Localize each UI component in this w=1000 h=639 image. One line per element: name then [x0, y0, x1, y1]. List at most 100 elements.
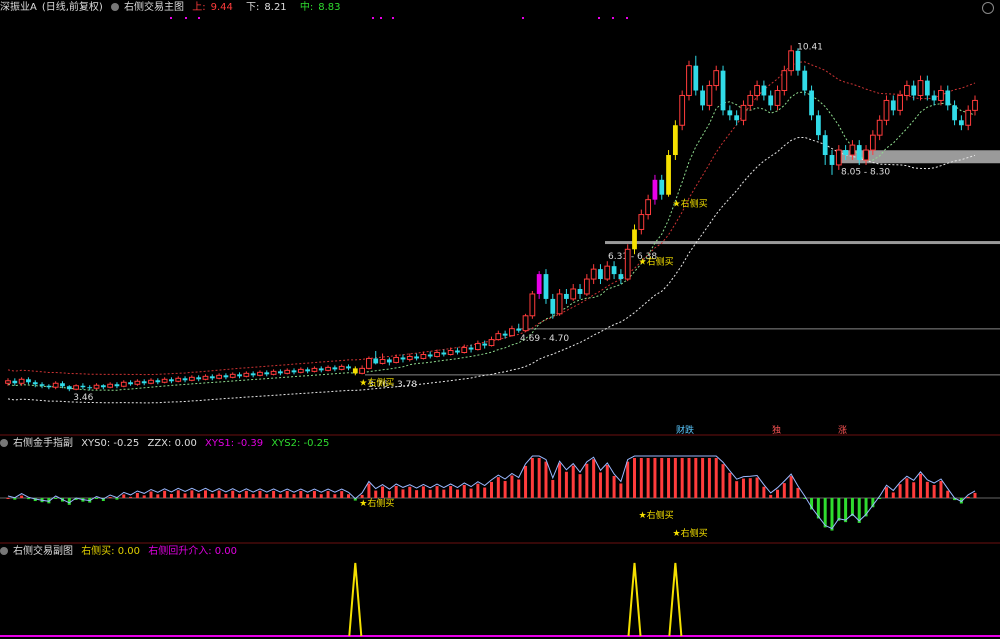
candle-body	[952, 105, 957, 121]
histogram-bar	[823, 498, 827, 528]
candle-body	[802, 70, 808, 91]
top-marker	[372, 17, 374, 19]
candle-body	[39, 384, 45, 386]
candle-body	[516, 328, 522, 331]
buy-signal-label: ★右侧买	[359, 497, 394, 509]
histogram-bar	[258, 490, 262, 498]
price-level-band	[605, 241, 1000, 245]
main-indicator-name[interactable]: 右侧交易主图	[124, 2, 184, 13]
histogram-bar	[462, 484, 466, 498]
histogram-bar	[285, 490, 289, 498]
histogram-bar	[551, 479, 555, 498]
candle-body	[815, 115, 821, 136]
histogram-bar	[762, 486, 766, 498]
buy-value: 右侧买: 0.00	[81, 546, 141, 557]
upper-label: 上:	[192, 2, 206, 13]
indicator-dot-icon[interactable]	[111, 3, 120, 11]
histogram-bar	[646, 458, 650, 498]
upper-value: 9.44	[210, 2, 233, 13]
histogram-bar	[660, 458, 664, 498]
sub2-signal-chart[interactable]	[0, 560, 1000, 639]
candle-body	[379, 358, 386, 364]
candle-body	[666, 155, 671, 195]
candle-body	[624, 248, 631, 280]
histogram-bar	[292, 494, 296, 498]
candle-body	[822, 135, 828, 156]
candle-body	[931, 95, 937, 101]
sub1-title[interactable]: 右侧金手指副	[13, 438, 73, 449]
candle-body	[958, 120, 964, 126]
histogram-bar	[374, 490, 378, 498]
candle-body	[924, 80, 930, 96]
candle-body	[843, 150, 848, 156]
candle-body	[781, 70, 788, 92]
top-marker	[198, 17, 200, 19]
candle-body	[713, 70, 720, 87]
candle-body	[652, 179, 658, 200]
candle-body	[352, 368, 358, 374]
candle-body	[46, 385, 52, 388]
buy-signal-label: ★右侧买	[639, 255, 674, 267]
candle-body	[87, 387, 93, 389]
candle-body	[447, 350, 454, 355]
candle-body	[945, 90, 951, 106]
top-marker	[170, 17, 172, 19]
candle-body	[202, 375, 209, 380]
histogram-bar	[13, 498, 17, 500]
candle-body	[509, 328, 515, 337]
buy-signal-label: ★右侧买	[359, 376, 394, 388]
buy-spike	[348, 562, 363, 637]
sub2-dot-icon[interactable]	[0, 547, 8, 555]
histogram-bar	[571, 465, 575, 498]
main-candlestick-chart[interactable]: 3.76 - 3.784.69 - 4.706.31 - 6.388.05 - …	[0, 16, 1000, 436]
stock-name[interactable]: 深振业A	[0, 2, 37, 13]
candle-body	[474, 343, 481, 351]
buy-spike	[627, 562, 642, 637]
mid-value: 8.83	[318, 2, 341, 13]
candle-body	[278, 371, 283, 374]
histogram-bar	[203, 490, 207, 498]
candle-body	[659, 179, 665, 195]
histogram-bar	[455, 489, 459, 498]
candle-body	[406, 355, 413, 360]
candle-body	[965, 109, 972, 126]
histogram-bar	[95, 498, 99, 499]
histogram-bar	[946, 490, 950, 498]
candle-body	[577, 288, 583, 294]
high-annotation: 10.41	[797, 42, 823, 52]
candle-body	[250, 373, 256, 376]
histogram-bar	[605, 465, 609, 498]
price-level-band	[838, 150, 1000, 164]
histogram-bar	[346, 494, 350, 498]
candle-body	[938, 90, 944, 101]
histogram-bar	[558, 463, 562, 498]
histogram-bar	[278, 494, 282, 498]
histogram-bar	[735, 481, 739, 498]
candle-body	[604, 265, 611, 280]
candle-body	[706, 85, 713, 106]
candle-body	[556, 293, 563, 315]
histogram-bar	[891, 492, 895, 498]
sub1-dot-icon[interactable]	[0, 439, 8, 447]
candle-body	[529, 293, 536, 317]
histogram-bar	[782, 483, 786, 498]
histogram-bar	[755, 477, 759, 498]
histogram-bar	[20, 495, 24, 498]
settings-gear-icon[interactable]	[982, 2, 994, 14]
candle-body	[720, 70, 726, 111]
buy-signal-label: ★右侧买	[639, 509, 674, 521]
histogram-bar	[326, 491, 330, 498]
sub1-header: 右侧金手指副 XYS0: -0.25 ZZX: 0.00 XYS1: -0.39…	[0, 436, 334, 452]
histogram-bar	[67, 498, 71, 505]
sub2-title[interactable]: 右侧交易副图	[13, 546, 73, 557]
candle-body	[911, 85, 917, 96]
sub1-histogram-chart[interactable]: ★右侧买 ★右侧买 ★右侧买	[0, 452, 1000, 544]
histogram-bar	[149, 491, 153, 498]
histogram-bar	[469, 488, 473, 498]
histogram-bar	[156, 494, 160, 498]
top-marker	[598, 17, 600, 19]
candle-body	[543, 274, 549, 299]
candle-body	[420, 353, 427, 359]
candle-body	[734, 115, 740, 121]
histogram-bar	[973, 492, 977, 498]
